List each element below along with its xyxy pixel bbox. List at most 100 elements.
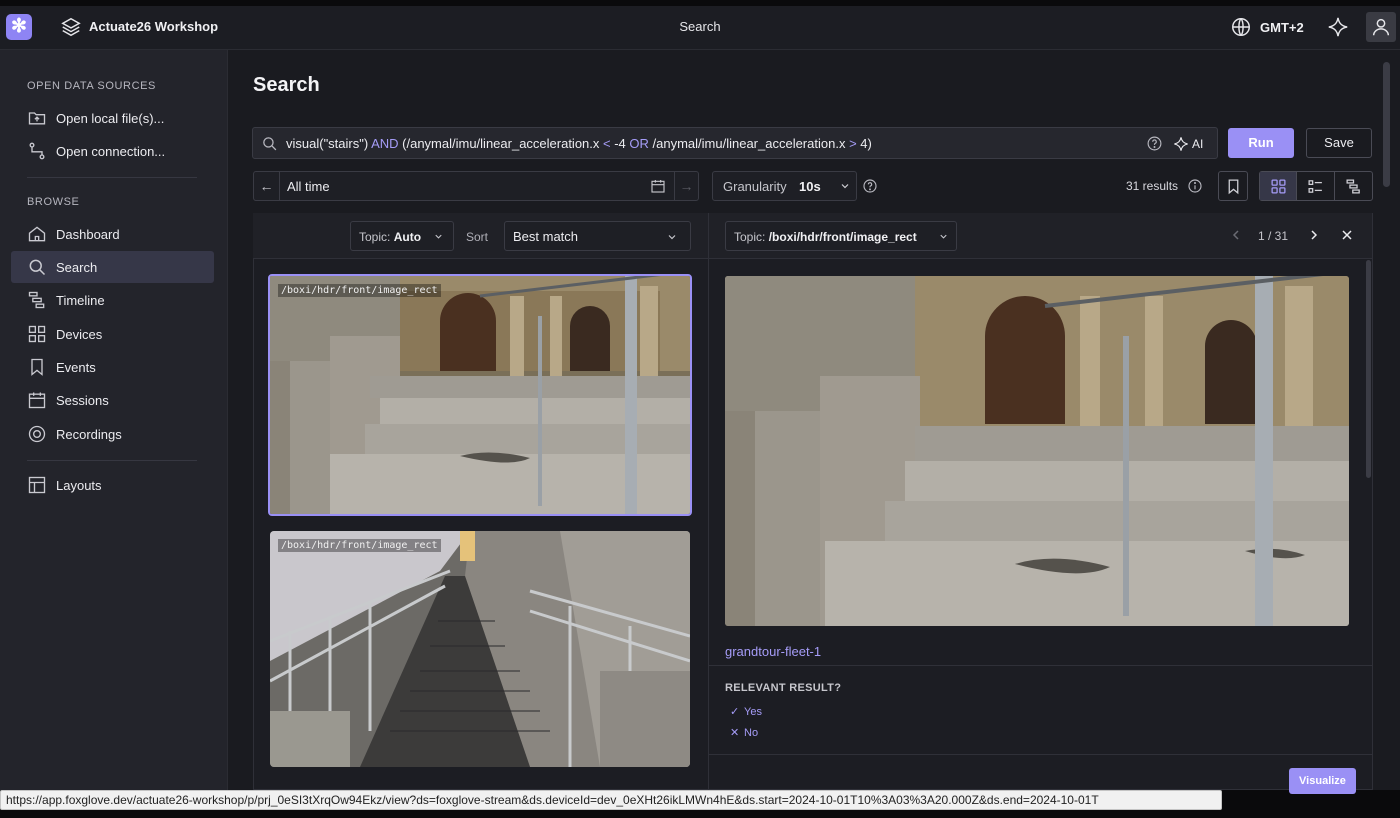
sidebar-item-label: Devices: [56, 326, 103, 342]
detail-topic-select[interactable]: Topic: /boxi/hdr/front/image_rect: [725, 221, 957, 251]
help-icon[interactable]: [1146, 135, 1163, 152]
granularity-value: 10s: [799, 179, 821, 194]
list-icon: [1308, 179, 1322, 193]
sidebar-item-label: Recordings: [56, 426, 122, 442]
top-bar: ✻ Actuate26 Workshop Search GMT+2: [0, 6, 1400, 50]
arrow-left-icon[interactable]: ←: [254, 172, 280, 200]
save-button[interactable]: Save: [1306, 128, 1372, 158]
page-title: Search: [253, 74, 320, 96]
layouts-icon: [28, 476, 46, 494]
visualize-button[interactable]: Visualize: [1289, 768, 1356, 794]
recording-icon: [28, 425, 46, 443]
sidebar-item-label: Events: [56, 359, 96, 375]
devices-icon: [28, 325, 46, 343]
topic-value: Auto: [393, 230, 422, 244]
timeline-view-button[interactable]: [1335, 172, 1372, 200]
sidebar-item-label: Search: [56, 259, 98, 275]
detail-scrollbar[interactable]: [1366, 260, 1371, 478]
results-count: 31 results: [1126, 179, 1179, 193]
bookmark-icon: [1228, 179, 1239, 195]
window-bottom-edge: [0, 810, 1400, 818]
ai-button[interactable]: AI: [1173, 134, 1203, 154]
time-range-picker[interactable]: ← All time →: [253, 171, 699, 201]
search-icon: [263, 137, 277, 151]
sparkle-icon[interactable]: [1327, 16, 1349, 38]
sparkle-icon: [1174, 137, 1188, 151]
bookmark-button[interactable]: [1218, 171, 1248, 201]
sidebar-item-timeline[interactable]: Timeline: [11, 284, 214, 316]
workspace-name[interactable]: Actuate26 Workshop: [89, 19, 218, 34]
help-icon[interactable]: [862, 178, 878, 194]
timeline-icon: [28, 291, 45, 309]
detail-divider: [709, 754, 1372, 755]
browse-heading: BROWSE: [27, 196, 80, 208]
result-pager: 1 / 31: [1258, 229, 1289, 243]
sort-select[interactable]: Best match: [504, 221, 691, 251]
result-thumbnail-stairs: [270, 276, 690, 514]
sidebar-item-search[interactable]: Search: [11, 251, 214, 283]
search-icon: [29, 259, 46, 276]
link-preview-statusbar: https://app.foxglove.dev/actuate26-works…: [0, 790, 1222, 810]
globe-icon[interactable]: [1230, 16, 1252, 38]
calendar-icon[interactable]: [650, 178, 666, 194]
relevant-result-question: RELEVANT RESULT?: [725, 682, 842, 694]
grid-view-button[interactable]: [1260, 172, 1298, 200]
sidebar-item-recordings[interactable]: Recordings: [11, 418, 214, 450]
sidebar-item-label: Dashboard: [56, 226, 120, 242]
relevant-no-option[interactable]: ✕ No: [730, 726, 759, 740]
close-icon: ✕: [730, 727, 740, 739]
calendar-icon: [28, 392, 46, 409]
run-button[interactable]: Run: [1228, 128, 1294, 158]
connection-icon: [29, 142, 45, 160]
ai-label: AI: [1192, 137, 1204, 151]
result-card[interactable]: /boxi/hdr/front/image_rect: [270, 531, 690, 767]
relevant-yes-option[interactable]: ✓ Yes: [730, 705, 762, 719]
view-mode-toggle: [1259, 171, 1373, 201]
result-card[interactable]: /boxi/hdr/front/image_rect: [268, 274, 692, 516]
chevron-right-icon[interactable]: [1306, 227, 1322, 243]
result-detail-image[interactable]: [725, 276, 1349, 626]
chevron-left-icon[interactable]: [1228, 227, 1244, 243]
search-query[interactable]: visual("stairs") AND (/anymal/imu/linear…: [286, 136, 872, 151]
sidebar-item-layouts[interactable]: Layouts: [11, 469, 214, 501]
main-scrollbar[interactable]: [1383, 62, 1390, 187]
close-icon[interactable]: [1339, 227, 1355, 243]
search-input[interactable]: visual("stairs") AND (/anymal/imu/linear…: [252, 127, 1218, 159]
arrow-right-icon[interactable]: →: [674, 172, 698, 200]
sidebar-item-open-local-files[interactable]: Open local file(s)...: [11, 102, 214, 134]
grid-icon: [1271, 178, 1286, 194]
chevron-down-icon: [940, 234, 947, 239]
app-logo-icon[interactable]: ✻: [6, 14, 32, 40]
topic-value: /boxi/hdr/front/image_rect: [768, 230, 917, 244]
sidebar-item-sessions[interactable]: Sessions: [11, 384, 214, 416]
sidebar-item-dashboard[interactable]: Dashboard: [11, 218, 214, 250]
topic-select[interactable]: Topic: Auto: [350, 221, 454, 251]
sidebar-divider: [27, 177, 197, 178]
check-icon: ✓: [730, 706, 740, 718]
granularity-select[interactable]: Granularity 10s: [712, 171, 857, 201]
thumbnail-topic-label: /boxi/hdr/front/image_rect: [278, 284, 441, 297]
timezone-selector[interactable]: GMT+2: [1260, 20, 1304, 35]
panel-divider[interactable]: [708, 213, 709, 790]
home-icon: [28, 226, 46, 242]
time-range-value: All time: [287, 179, 330, 194]
granularity-label: Granularity: [723, 179, 787, 194]
no-label: No: [744, 726, 759, 739]
sidebar-item-label: Sessions: [56, 392, 109, 408]
bookmark-icon: [31, 358, 43, 376]
timeline-icon: [1346, 178, 1360, 194]
sidebar-item-events[interactable]: Events: [11, 351, 214, 383]
thumbnail-topic-label: /boxi/hdr/front/image_rect: [278, 539, 441, 552]
sort-label: Sort: [466, 230, 489, 244]
open-data-sources-heading: OPEN DATA SOURCES: [27, 80, 156, 92]
info-icon[interactable]: [1187, 178, 1203, 194]
sidebar-item-open-connection[interactable]: Open connection...: [11, 135, 214, 167]
chevron-down-icon: [841, 184, 849, 189]
sidebar-item-label: Timeline: [56, 292, 105, 308]
layers-icon[interactable]: [60, 16, 82, 38]
sidebar-item-devices[interactable]: Devices: [11, 318, 214, 350]
list-view-button[interactable]: [1297, 172, 1335, 200]
sidebar-item-label: Layouts: [56, 477, 102, 493]
avatar[interactable]: [1366, 12, 1396, 42]
device-link[interactable]: grandtour-fleet-1: [725, 644, 821, 659]
